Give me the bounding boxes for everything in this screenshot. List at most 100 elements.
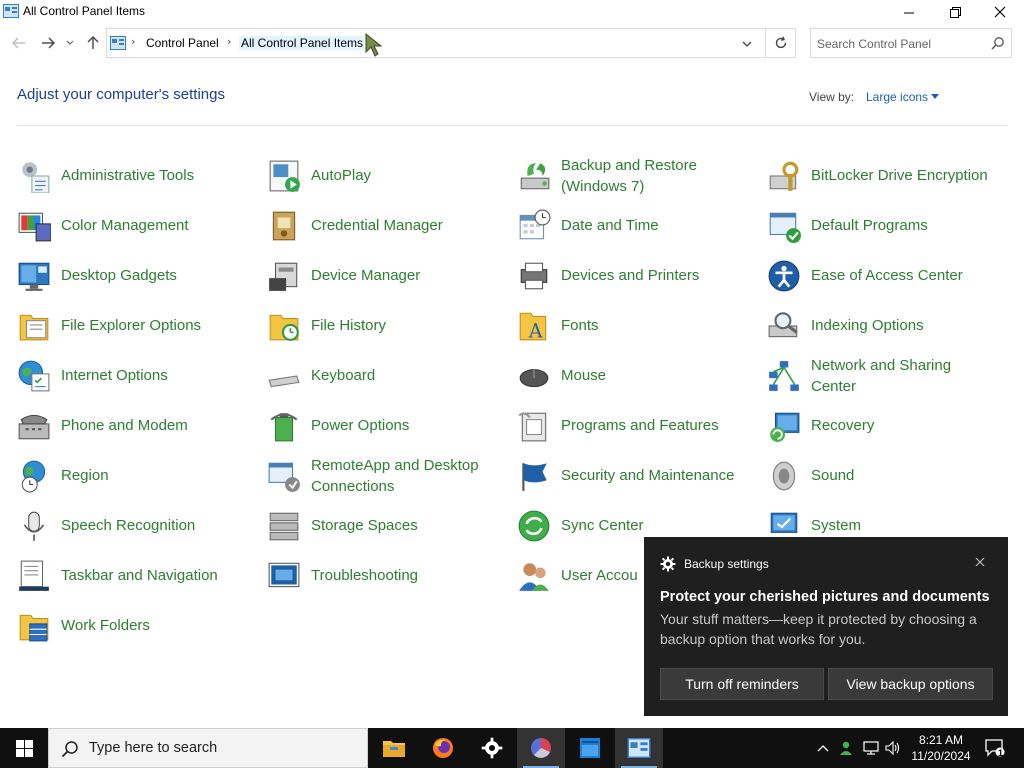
control-panel-item-label[interactable]: BitLocker Drive Encryption bbox=[811, 165, 1011, 186]
control-panel-item[interactable]: Mouse bbox=[517, 350, 767, 400]
control-panel-item[interactable]: Network and Sharing Center bbox=[767, 350, 1017, 400]
control-panel-item-label[interactable]: Security and Maintenance bbox=[561, 465, 761, 486]
taskbar-control-panel[interactable] bbox=[615, 728, 663, 768]
control-panel-item-label[interactable]: Internet Options bbox=[61, 365, 261, 386]
forward-button[interactable] bbox=[38, 34, 58, 52]
control-panel-item-label[interactable]: System bbox=[811, 515, 1011, 536]
control-panel-item[interactable]: Power Options bbox=[267, 400, 517, 450]
search-icon[interactable] bbox=[991, 36, 1005, 50]
taskbar-settings[interactable] bbox=[468, 728, 516, 768]
control-panel-item-label[interactable]: Credential Manager bbox=[311, 215, 511, 236]
control-panel-item-label[interactable]: Speech Recognition bbox=[61, 515, 261, 536]
action-center-button[interactable]: 1 bbox=[982, 728, 1008, 768]
control-panel-item-label[interactable]: Work Folders bbox=[61, 615, 261, 636]
control-panel-item[interactable]: Internet Options bbox=[17, 350, 267, 400]
taskbar-firefox[interactable] bbox=[419, 728, 467, 768]
control-panel-item[interactable]: Work Folders bbox=[17, 600, 267, 650]
control-panel-item-label[interactable]: Color Management bbox=[61, 215, 261, 236]
control-panel-item-label[interactable]: Device Manager bbox=[311, 265, 511, 286]
control-panel-item[interactable]: Security and Maintenance bbox=[517, 450, 767, 500]
control-panel-item-label[interactable]: Backup and Restore (Windows 7) bbox=[561, 155, 761, 197]
view-backup-options-button[interactable]: View backup options bbox=[828, 668, 993, 700]
control-panel-item[interactable]: Programs and Features bbox=[517, 400, 767, 450]
control-panel-item-label[interactable]: Devices and Printers bbox=[561, 265, 761, 286]
taskbar-active-app[interactable] bbox=[517, 728, 565, 768]
control-panel-item-label[interactable]: Sync Center bbox=[561, 515, 761, 536]
search-box[interactable] bbox=[810, 28, 1012, 58]
control-panel-item[interactable]: Devices and Printers bbox=[517, 250, 767, 300]
restore-button[interactable] bbox=[932, 0, 978, 24]
control-panel-item[interactable]: Credential Manager bbox=[267, 200, 517, 250]
control-panel-item-label[interactable]: Troubleshooting bbox=[311, 565, 511, 586]
control-panel-item-label[interactable]: Fonts bbox=[561, 315, 761, 336]
control-panel-item[interactable]: Storage Spaces bbox=[267, 500, 517, 550]
control-panel-item-label[interactable]: Administrative Tools bbox=[61, 165, 261, 186]
control-panel-item[interactable]: Keyboard bbox=[267, 350, 517, 400]
control-panel-item-label[interactable]: Power Options bbox=[311, 415, 511, 436]
control-panel-item[interactable]: Phone and Modem bbox=[17, 400, 267, 450]
refresh-button[interactable] bbox=[765, 29, 795, 57]
minimize-button[interactable] bbox=[886, 0, 932, 24]
control-panel-item-label[interactable]: Network and Sharing Center bbox=[811, 355, 1011, 397]
control-panel-item-label[interactable]: Recovery bbox=[811, 415, 1011, 436]
toast-close-button[interactable] bbox=[971, 553, 989, 571]
search-input[interactable] bbox=[817, 35, 983, 53]
control-panel-item[interactable]: File History bbox=[267, 300, 517, 350]
control-panel-item-label[interactable]: Mouse bbox=[561, 365, 761, 386]
control-panel-item-label[interactable]: Indexing Options bbox=[811, 315, 1011, 336]
control-panel-item-label[interactable]: Programs and Features bbox=[561, 415, 761, 436]
control-panel-item[interactable]: Sound bbox=[767, 450, 1017, 500]
control-panel-item[interactable]: A Fonts bbox=[517, 300, 767, 350]
control-panel-item[interactable]: Desktop Gadgets bbox=[17, 250, 267, 300]
control-panel-item[interactable]: Speech Recognition bbox=[17, 500, 267, 550]
control-panel-item-label[interactable]: Phone and Modem bbox=[61, 415, 261, 436]
breadcrumb-control-panel[interactable]: Control Panel bbox=[146, 36, 219, 50]
control-panel-item-label[interactable]: File History bbox=[311, 315, 511, 336]
control-panel-item[interactable]: Device Manager bbox=[267, 250, 517, 300]
control-panel-item-label[interactable]: File Explorer Options bbox=[61, 315, 261, 336]
control-panel-item[interactable]: Administrative Tools bbox=[17, 150, 267, 200]
control-panel-item[interactable]: File Explorer Options bbox=[17, 300, 267, 350]
control-panel-item-label[interactable]: Sound bbox=[811, 465, 1011, 486]
control-panel-item[interactable]: Region bbox=[17, 450, 267, 500]
view-by-dropdown[interactable]: Large icons bbox=[866, 90, 928, 104]
recent-locations-button[interactable] bbox=[63, 34, 77, 52]
control-panel-item[interactable]: RemoteApp and Desktop Connections bbox=[267, 450, 517, 500]
control-panel-item-label[interactable]: Desktop Gadgets bbox=[61, 265, 261, 286]
control-panel-item[interactable]: Ease of Access Center bbox=[767, 250, 1017, 300]
control-panel-item[interactable]: Date and Time bbox=[517, 200, 767, 250]
control-panel-item[interactable]: Taskbar and Navigation bbox=[17, 550, 267, 600]
control-panel-item-label[interactable]: Region bbox=[61, 465, 261, 486]
caret-down-icon[interactable] bbox=[931, 94, 939, 99]
taskbar-search-box[interactable]: Type here to search bbox=[48, 728, 368, 768]
back-button[interactable] bbox=[9, 34, 29, 52]
control-panel-item-label[interactable]: Taskbar and Navigation bbox=[61, 565, 261, 586]
control-panel-item-label[interactable]: Date and Time bbox=[561, 215, 761, 236]
control-panel-item[interactable]: Default Programs bbox=[767, 200, 1017, 250]
tray-people-icon[interactable] bbox=[836, 728, 856, 768]
address-dropdown-button[interactable] bbox=[737, 36, 757, 52]
control-panel-item-label[interactable]: AutoPlay bbox=[311, 165, 511, 186]
control-panel-item-label[interactable]: Default Programs bbox=[811, 215, 1011, 236]
control-panel-item[interactable]: Recovery bbox=[767, 400, 1017, 450]
tray-volume-icon[interactable] bbox=[883, 728, 903, 768]
tray-network-icon[interactable] bbox=[861, 728, 881, 768]
taskbar-file-explorer[interactable] bbox=[370, 728, 418, 768]
taskbar-app-blue[interactable] bbox=[566, 728, 614, 768]
address-bar[interactable]: › Control Panel › All Control Panel Item… bbox=[106, 28, 796, 58]
taskbar-clock[interactable]: 8:21 AM 11/20/2024 bbox=[903, 732, 979, 764]
control-panel-item-label[interactable]: Storage Spaces bbox=[311, 515, 511, 536]
control-panel-item-label[interactable]: Ease of Access Center bbox=[811, 265, 1011, 286]
close-button[interactable] bbox=[977, 0, 1023, 24]
show-hidden-icons-button[interactable] bbox=[813, 728, 833, 768]
control-panel-item[interactable]: Color Management bbox=[17, 200, 267, 250]
start-button[interactable] bbox=[0, 728, 48, 768]
backup-toast-notification[interactable]: Backup settings Protect your cherished p… bbox=[644, 537, 1008, 716]
control-panel-item-label[interactable]: RemoteApp and Desktop Connections bbox=[311, 455, 511, 497]
control-panel-item-label[interactable]: Keyboard bbox=[311, 365, 511, 386]
breadcrumb-all-items[interactable]: All Control Panel Items bbox=[239, 36, 366, 50]
control-panel-item[interactable]: Indexing Options bbox=[767, 300, 1017, 350]
control-panel-item[interactable]: AutoPlay bbox=[267, 150, 517, 200]
control-panel-item[interactable]: Backup and Restore (Windows 7) bbox=[517, 150, 767, 200]
up-button[interactable] bbox=[83, 34, 103, 52]
